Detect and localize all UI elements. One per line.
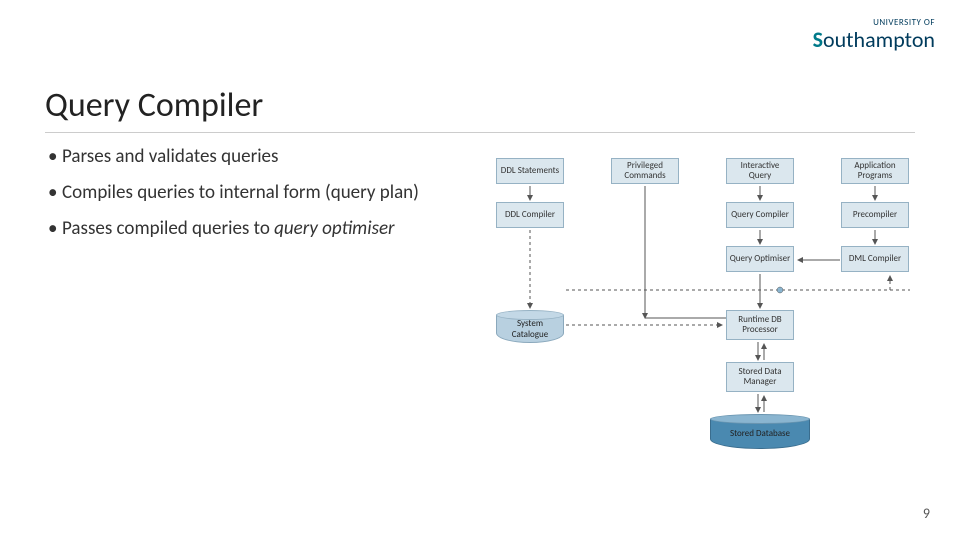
page-title: Query Compiler [45, 85, 915, 133]
box-dml-compiler: DML Compiler [841, 246, 909, 272]
box-ddl-statements: DDL Statements [496, 158, 564, 184]
box-privileged-commands: Privileged Commands [611, 158, 679, 184]
box-query-optimiser: Query Optimiser [726, 246, 794, 272]
architecture-diagram: DDL Statements Privileged Commands Inter… [490, 150, 930, 480]
logo: UNIVERSITY OF Southampton [813, 18, 935, 51]
box-interactive-query: Interactive Query [726, 158, 794, 184]
logo-name: Southampton [813, 26, 935, 53]
box-runtime-db-processor: Runtime DB Processor [726, 310, 794, 340]
bullet-3: Passes compiled queries to query optimis… [48, 217, 468, 241]
cylinder-stored-database: Stored Database [710, 414, 810, 449]
box-application-programs: Application Programs [841, 158, 909, 184]
box-query-compiler: Query Compiler [726, 202, 794, 228]
stored-database-label: Stored Database [730, 428, 790, 439]
bullet-1: Parses and validates queries [48, 145, 468, 169]
cylinder-system-catalogue: System Catalogue [496, 310, 564, 343]
page-number: 9 [923, 505, 930, 522]
system-catalogue-label: System Catalogue [512, 318, 549, 340]
bullet-list: Parses and validates queries Compiles qu… [48, 145, 468, 252]
box-stored-data-manager: Stored Data Manager [726, 362, 794, 392]
bullet-2: Compiles queries to internal form (query… [48, 181, 468, 205]
box-ddl-compiler: DDL Compiler [496, 202, 564, 228]
box-precompiler: Precompiler [841, 202, 909, 228]
